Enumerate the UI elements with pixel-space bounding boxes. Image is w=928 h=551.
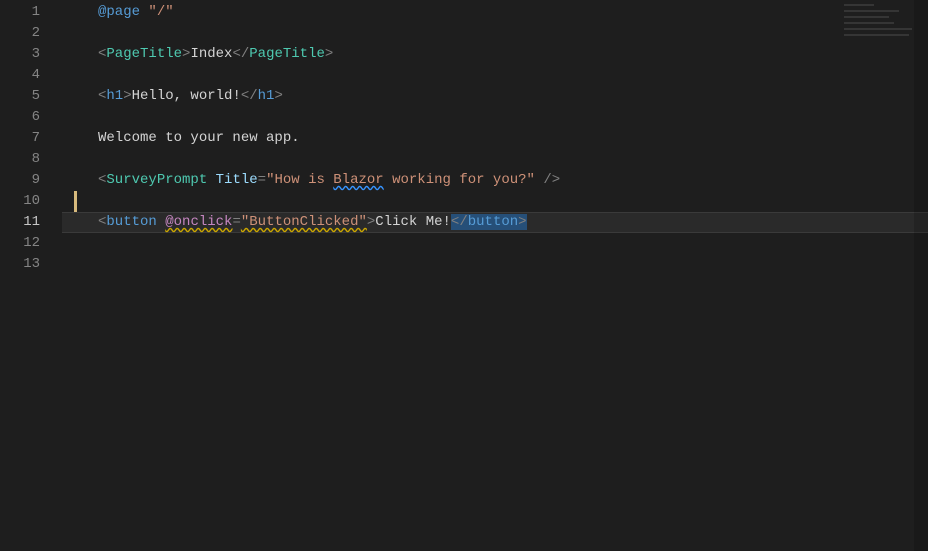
razor-directive: @page bbox=[98, 4, 140, 20]
html-tag-close: button bbox=[468, 214, 518, 230]
component-tag-close: PageTitle bbox=[249, 46, 325, 62]
line-number: 5 bbox=[0, 86, 62, 107]
line-number: 10 bbox=[0, 191, 62, 212]
minimap[interactable] bbox=[844, 4, 914, 37]
line-number-active: 11 bbox=[0, 212, 62, 233]
line-number: 1 bbox=[0, 2, 62, 23]
line-number: 9 bbox=[0, 170, 62, 191]
attribute-value: "How is Blazor working for you?" bbox=[266, 172, 535, 188]
code-line-2[interactable] bbox=[62, 23, 928, 44]
line-number: 2 bbox=[0, 23, 62, 44]
line-number: 7 bbox=[0, 128, 62, 149]
component-tag: PageTitle bbox=[106, 46, 182, 62]
button-text: Click Me! bbox=[375, 214, 451, 230]
code-line-5[interactable]: <h1>Hello, world!</h1> bbox=[62, 86, 928, 107]
text-content: Index bbox=[190, 46, 232, 62]
code-content[interactable]: @page "/" <PageTitle>Index</PageTitle> <… bbox=[62, 0, 928, 551]
text-content: Welcome to your new app. bbox=[98, 130, 300, 146]
vertical-scrollbar[interactable] bbox=[914, 0, 928, 551]
code-line-13[interactable] bbox=[62, 254, 928, 275]
line-number: 6 bbox=[0, 107, 62, 128]
event-handler: "ButtonClicked" bbox=[241, 214, 367, 230]
code-line-11-active[interactable]: <button @onclick="ButtonClicked">Click M… bbox=[62, 212, 928, 233]
html-tag-close: h1 bbox=[258, 88, 275, 104]
line-number: 3 bbox=[0, 44, 62, 65]
selection: </button> bbox=[451, 214, 527, 230]
code-line-12[interactable] bbox=[62, 233, 928, 254]
code-line-6[interactable] bbox=[62, 107, 928, 128]
attribute-name: Title bbox=[216, 172, 258, 188]
code-editor[interactable]: 1 2 3 4 5 6 7 8 9 10 11 12 13 @page "/" … bbox=[0, 0, 928, 551]
html-tag: button bbox=[106, 214, 156, 230]
code-line-10[interactable] bbox=[62, 191, 928, 212]
line-number: 4 bbox=[0, 65, 62, 86]
line-number-gutter: 1 2 3 4 5 6 7 8 9 10 11 12 13 bbox=[0, 0, 62, 551]
code-line-3[interactable]: <PageTitle>Index</PageTitle> bbox=[62, 44, 928, 65]
code-line-1[interactable]: @page "/" bbox=[62, 2, 928, 23]
event-attr: @onclick bbox=[165, 214, 232, 230]
component-tag: SurveyPrompt bbox=[106, 172, 207, 188]
code-line-9[interactable]: <SurveyPrompt Title="How is Blazor worki… bbox=[62, 170, 928, 191]
code-line-4[interactable] bbox=[62, 65, 928, 86]
code-line-7[interactable]: Welcome to your new app. bbox=[62, 128, 928, 149]
info-squiggle: Blazor bbox=[333, 172, 383, 188]
line-number: 13 bbox=[0, 254, 62, 275]
line-number: 8 bbox=[0, 149, 62, 170]
html-tag: h1 bbox=[106, 88, 123, 104]
text-content: Hello, world! bbox=[132, 88, 241, 104]
code-line-8[interactable] bbox=[62, 149, 928, 170]
string-literal: "/" bbox=[148, 4, 173, 20]
line-number: 12 bbox=[0, 233, 62, 254]
